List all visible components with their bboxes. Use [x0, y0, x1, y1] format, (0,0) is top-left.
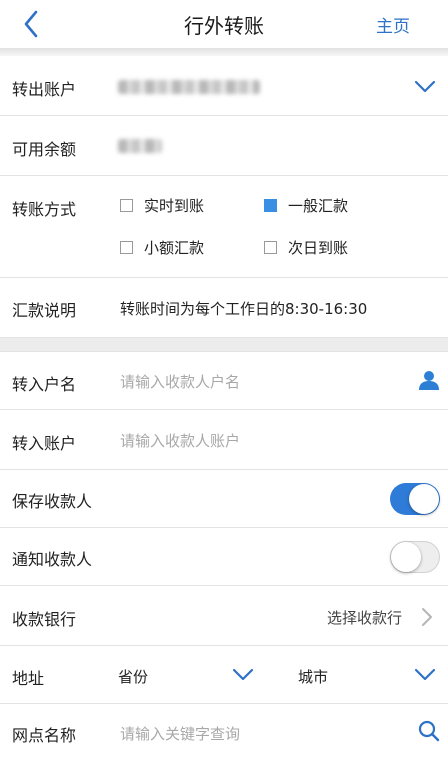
address-row: 地址 省份 城市	[0, 646, 448, 704]
checkbox-realtime[interactable]	[120, 199, 133, 212]
home-link[interactable]: 主页	[376, 12, 410, 37]
payee-name-input[interactable]: 请输入收款人户名	[120, 371, 240, 392]
bank-row[interactable]: 收款银行 选择收款行	[0, 586, 448, 646]
balance-row: 可用余额	[0, 116, 448, 176]
province-select[interactable]: 省份	[118, 666, 148, 687]
payee-account-label: 转入账户	[12, 434, 77, 453]
section-gap	[0, 338, 448, 352]
out-account-number-masked	[118, 80, 260, 94]
remark-text: 转账时间为每个工作日的8:30-16:30	[120, 300, 368, 318]
nav-bar: 行外转账 主页	[0, 0, 448, 48]
balance-label: 可用余额	[12, 140, 77, 159]
out-account-row[interactable]: 转出账户	[0, 56, 448, 116]
payee-account-row[interactable]: 转入账户 请输入收款人账户	[0, 410, 448, 470]
toggle-knob	[391, 542, 421, 572]
notify-payee-toggle[interactable]	[390, 541, 440, 573]
save-payee-row: 保存收款人	[0, 470, 448, 528]
option-general-label[interactable]: 一般汇款	[288, 195, 348, 216]
address-label: 地址	[12, 669, 45, 688]
checkbox-small[interactable]	[120, 241, 133, 254]
option-small-label[interactable]: 小额汇款	[144, 237, 204, 258]
branch-label: 网点名称	[12, 726, 77, 745]
save-payee-toggle[interactable]	[390, 483, 440, 515]
checkbox-nextday[interactable]	[264, 241, 277, 254]
chevron-right-icon[interactable]	[421, 607, 433, 627]
select-bank-value[interactable]: 选择收款行	[327, 607, 402, 628]
out-account-label: 转出账户	[12, 80, 77, 99]
bank-label: 收款银行	[12, 610, 77, 629]
remark-label: 汇款说明	[12, 301, 77, 320]
chevron-down-icon[interactable]	[414, 80, 436, 94]
payee-name-label: 转入户名	[12, 375, 77, 394]
payee-name-row[interactable]: 转入户名 请输入收款人户名	[0, 352, 448, 410]
notify-payee-label: 通知收款人	[12, 550, 93, 569]
city-select[interactable]: 城市	[298, 666, 328, 687]
contact-person-icon[interactable]	[418, 369, 440, 391]
toggle-knob	[409, 484, 439, 514]
option-nextday-label[interactable]: 次日到账	[288, 237, 348, 258]
chevron-down-icon[interactable]	[232, 668, 254, 682]
branch-search-input[interactable]: 请输入关键字查询	[120, 723, 240, 744]
save-payee-label: 保存收款人	[12, 492, 93, 511]
transfer-method-row: 转账方式 实时到账 一般汇款 小额汇款 次日到账	[0, 176, 448, 278]
checkbox-general[interactable]	[264, 199, 277, 212]
transfer-method-label: 转账方式	[12, 200, 77, 219]
branch-row[interactable]: 网点名称 请输入关键字查询	[0, 704, 448, 758]
remark-row: 汇款说明 转账时间为每个工作日的8:30-16:30	[0, 278, 448, 338]
balance-amount-masked	[118, 139, 162, 153]
nav-divider	[0, 48, 448, 56]
chevron-down-icon[interactable]	[414, 668, 436, 682]
option-realtime-label[interactable]: 实时到账	[144, 195, 204, 216]
search-icon[interactable]	[418, 720, 440, 742]
notify-payee-row: 通知收款人	[0, 528, 448, 586]
payee-account-input[interactable]: 请输入收款人账户	[120, 430, 240, 451]
